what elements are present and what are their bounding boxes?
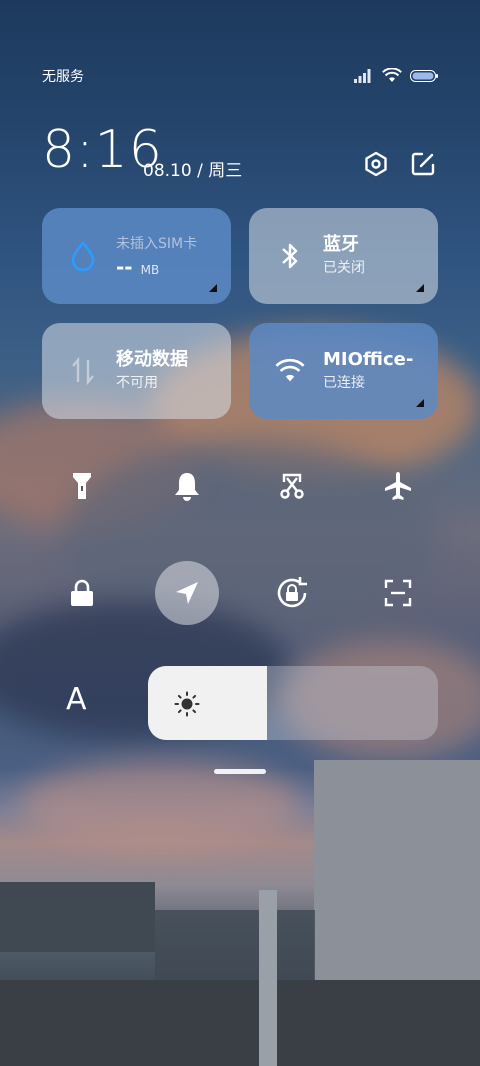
rotation-lock-toggle[interactable] [260, 561, 324, 625]
battery-icon [410, 69, 438, 82]
rotation-lock-icon [277, 577, 307, 608]
mobile-data-tile[interactable]: 移动数据 不可用 [42, 323, 231, 419]
edit-icon[interactable] [409, 150, 437, 178]
settings-icon[interactable] [362, 150, 390, 178]
scanner-toggle[interactable] [366, 561, 430, 625]
carrier-label: 无服务 [42, 69, 84, 85]
mobile-data-title: 移动数据 [116, 349, 188, 370]
drag-handle[interactable] [214, 769, 266, 774]
lock-icon [71, 579, 93, 606]
lock-screen-toggle[interactable] [50, 561, 114, 625]
airplane-icon [385, 472, 411, 500]
brightness-icon [174, 691, 200, 717]
location-toggle[interactable] [155, 561, 219, 625]
mobile-data-icon [68, 356, 98, 386]
expand-corner-icon [416, 399, 424, 407]
wifi-icon [275, 356, 305, 386]
data-usage-tile[interactable]: 未插入SIM卡 -- MB [42, 208, 231, 304]
water-drop-icon [68, 241, 98, 272]
wifi-status-icon [382, 68, 402, 82]
screenshot-icon [280, 473, 304, 499]
data-usage-value: -- [116, 255, 133, 279]
flashlight-toggle[interactable] [50, 454, 114, 518]
sim-status-label: 未插入SIM卡 [116, 236, 198, 252]
wifi-tile[interactable]: MIOffice- 已连接 [249, 323, 438, 419]
airplane-toggle[interactable] [366, 454, 430, 518]
date-label: 08.10 / 周三 [143, 161, 243, 181]
bluetooth-icon [275, 241, 305, 271]
scan-icon [384, 579, 412, 607]
location-icon [176, 582, 198, 604]
wifi-network-name: MIOffice- [323, 349, 414, 370]
screenshot-toggle[interactable] [260, 454, 324, 518]
notification-toggle[interactable] [155, 454, 219, 518]
wifi-status: 已连接 [323, 375, 365, 391]
mobile-data-status: 不可用 [116, 375, 158, 391]
signal-icon [354, 68, 371, 83]
brightness-fill [148, 666, 267, 740]
brightness-slider[interactable] [148, 666, 438, 740]
bell-icon [175, 473, 199, 501]
bluetooth-tile[interactable]: 蓝牙 已关闭 [249, 208, 438, 304]
bluetooth-status: 已关闭 [323, 260, 365, 276]
flashlight-icon [73, 473, 91, 499]
bluetooth-title: 蓝牙 [323, 234, 359, 255]
status-bar: 无服务 [42, 64, 438, 88]
font-size-button[interactable]: A [66, 682, 87, 717]
expand-corner-icon [416, 284, 424, 292]
expand-corner-icon [209, 284, 217, 292]
data-usage-unit: MB [140, 263, 160, 277]
